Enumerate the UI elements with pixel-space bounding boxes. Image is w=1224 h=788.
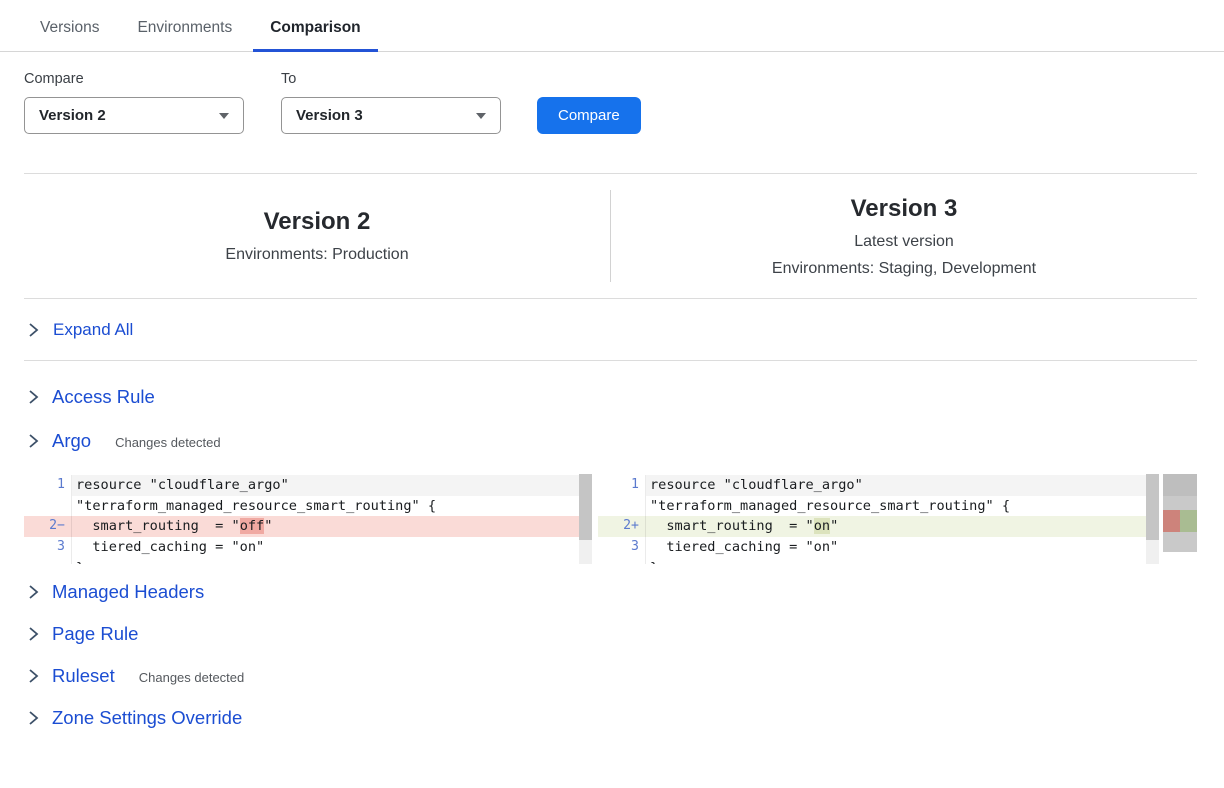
- version-header-left: Version 2 Environments: Production: [24, 174, 610, 298]
- line-number: 2+: [598, 516, 646, 537]
- section-access-rule[interactable]: Access Rule: [0, 375, 1224, 419]
- compare-to-dropdown[interactable]: Version 3: [281, 97, 501, 134]
- compare-button[interactable]: Compare: [537, 97, 641, 134]
- section-label: Zone Settings Override: [52, 707, 242, 729]
- compare-from-dropdown[interactable]: Version 2: [24, 97, 244, 134]
- tab-bar: Versions Environments Comparison: [0, 0, 1224, 52]
- compare-from-field: Compare Version 2: [24, 71, 244, 134]
- left-version-environments: Environments: Production: [225, 245, 408, 264]
- section-list: Managed Headers Page Rule Ruleset Change…: [0, 571, 1224, 739]
- chevron-right-icon: [28, 668, 39, 684]
- compare-label: Compare: [24, 71, 244, 88]
- scrollbar-left[interactable]: [579, 474, 592, 564]
- minimap-change-marker: [1163, 510, 1197, 532]
- diff-line: 1resource "cloudflare_argo": [24, 475, 579, 496]
- version-header-right: Version 3 Latest version Environments: S…: [611, 174, 1197, 298]
- compare-form: Compare Version 2 To Version 3 Compare: [0, 71, 1224, 134]
- line-number: [598, 558, 646, 564]
- section-ruleset[interactable]: Ruleset Changes detected: [0, 655, 1224, 697]
- changes-detected-badge: Changes detected: [115, 432, 221, 450]
- code-text: tiered_caching = "on": [646, 537, 1146, 558]
- argo-diff-view: 1resource "cloudflare_argo""terraform_ma…: [24, 474, 1197, 564]
- code-text: "terraform_managed_resource_smart_routin…: [646, 496, 1146, 517]
- tab-comparison[interactable]: Comparison: [253, 17, 377, 52]
- line-number: [24, 496, 72, 517]
- diff-line: 3 tiered_caching = "on": [24, 537, 579, 558]
- compare-from-value: Version 2: [39, 107, 211, 124]
- left-version-title: Version 2: [264, 208, 371, 236]
- expand-all-label: Expand All: [53, 320, 133, 340]
- code-text: resource "cloudflare_argo": [72, 475, 579, 496]
- section-page-rule[interactable]: Page Rule: [0, 613, 1224, 655]
- diff-line: }: [24, 558, 579, 564]
- code-text: "terraform_managed_resource_smart_routin…: [72, 496, 579, 517]
- section-list: Access Rule Argo Changes detected: [0, 375, 1224, 463]
- right-version-latest: Latest version: [854, 232, 954, 251]
- section-label: Page Rule: [52, 623, 138, 645]
- scrollbar-right[interactable]: [1146, 474, 1159, 564]
- section-label: Managed Headers: [52, 581, 204, 603]
- chevron-down-icon: [476, 113, 486, 119]
- line-number: [598, 496, 646, 517]
- diff-code-left: 1resource "cloudflare_argo""terraform_ma…: [24, 475, 579, 564]
- line-number: 1: [598, 475, 646, 496]
- chevron-down-icon: [219, 113, 229, 119]
- line-number: 2−: [24, 516, 72, 537]
- tab-versions[interactable]: Versions: [23, 17, 116, 52]
- section-label: Access Rule: [52, 386, 155, 408]
- code-text: }: [72, 558, 579, 564]
- diff-code-right: 1resource "cloudflare_argo""terraform_ma…: [598, 475, 1146, 564]
- minimap-added-marker: [1180, 510, 1197, 532]
- diff-panel-right: 1resource "cloudflare_argo""terraform_ma…: [598, 474, 1159, 564]
- line-number: 1: [24, 475, 72, 496]
- right-version-environments: Environments: Staging, Development: [772, 259, 1036, 278]
- diff-line: }: [598, 558, 1146, 564]
- code-text: smart_routing = "on": [646, 516, 1146, 537]
- diff-panel-left: 1resource "cloudflare_argo""terraform_ma…: [24, 474, 592, 564]
- diff-line: 2− smart_routing = "off": [24, 516, 579, 537]
- minimap-removed-marker: [1163, 510, 1180, 532]
- scrollbar-thumb[interactable]: [579, 474, 592, 540]
- chevron-right-icon: [28, 389, 39, 405]
- diff-line: "terraform_managed_resource_smart_routin…: [598, 496, 1146, 517]
- section-label: Argo: [52, 430, 91, 452]
- version-headers: Version 2 Environments: Production Versi…: [24, 174, 1197, 299]
- diff-minimap[interactable]: [1163, 474, 1197, 552]
- changed-word: off: [240, 518, 265, 534]
- code-text: }: [646, 558, 1146, 564]
- section-label: Ruleset: [52, 665, 115, 687]
- changed-word: on: [814, 518, 830, 534]
- section-managed-headers[interactable]: Managed Headers: [0, 571, 1224, 613]
- section-zone-settings-override[interactable]: Zone Settings Override: [0, 697, 1224, 739]
- changes-detected-badge: Changes detected: [139, 667, 245, 685]
- scrollbar-thumb[interactable]: [1146, 474, 1159, 540]
- diff-line: 1resource "cloudflare_argo": [598, 475, 1146, 496]
- right-version-title: Version 3: [851, 195, 958, 223]
- line-number: 3: [24, 537, 72, 558]
- diff-line: 3 tiered_caching = "on": [598, 537, 1146, 558]
- code-text: resource "cloudflare_argo": [646, 475, 1146, 496]
- chevron-right-icon: [28, 584, 39, 600]
- chevron-right-icon: [28, 322, 39, 338]
- chevron-right-icon: [28, 710, 39, 726]
- line-number: [24, 558, 72, 564]
- tab-environments[interactable]: Environments: [120, 17, 249, 52]
- expand-all-toggle[interactable]: Expand All: [24, 299, 1197, 361]
- diff-line: 2+ smart_routing = "on": [598, 516, 1146, 537]
- section-argo[interactable]: Argo Changes detected: [0, 419, 1224, 463]
- to-label: To: [281, 71, 501, 88]
- compare-to-value: Version 3: [296, 107, 468, 124]
- chevron-right-icon: [28, 626, 39, 642]
- line-number: 3: [598, 537, 646, 558]
- diff-line: "terraform_managed_resource_smart_routin…: [24, 496, 579, 517]
- minimap-viewport: [1163, 474, 1197, 496]
- compare-to-field: To Version 3: [281, 71, 501, 134]
- code-text: tiered_caching = "on": [72, 537, 579, 558]
- chevron-right-icon: [28, 433, 39, 449]
- code-text: smart_routing = "off": [72, 516, 579, 537]
